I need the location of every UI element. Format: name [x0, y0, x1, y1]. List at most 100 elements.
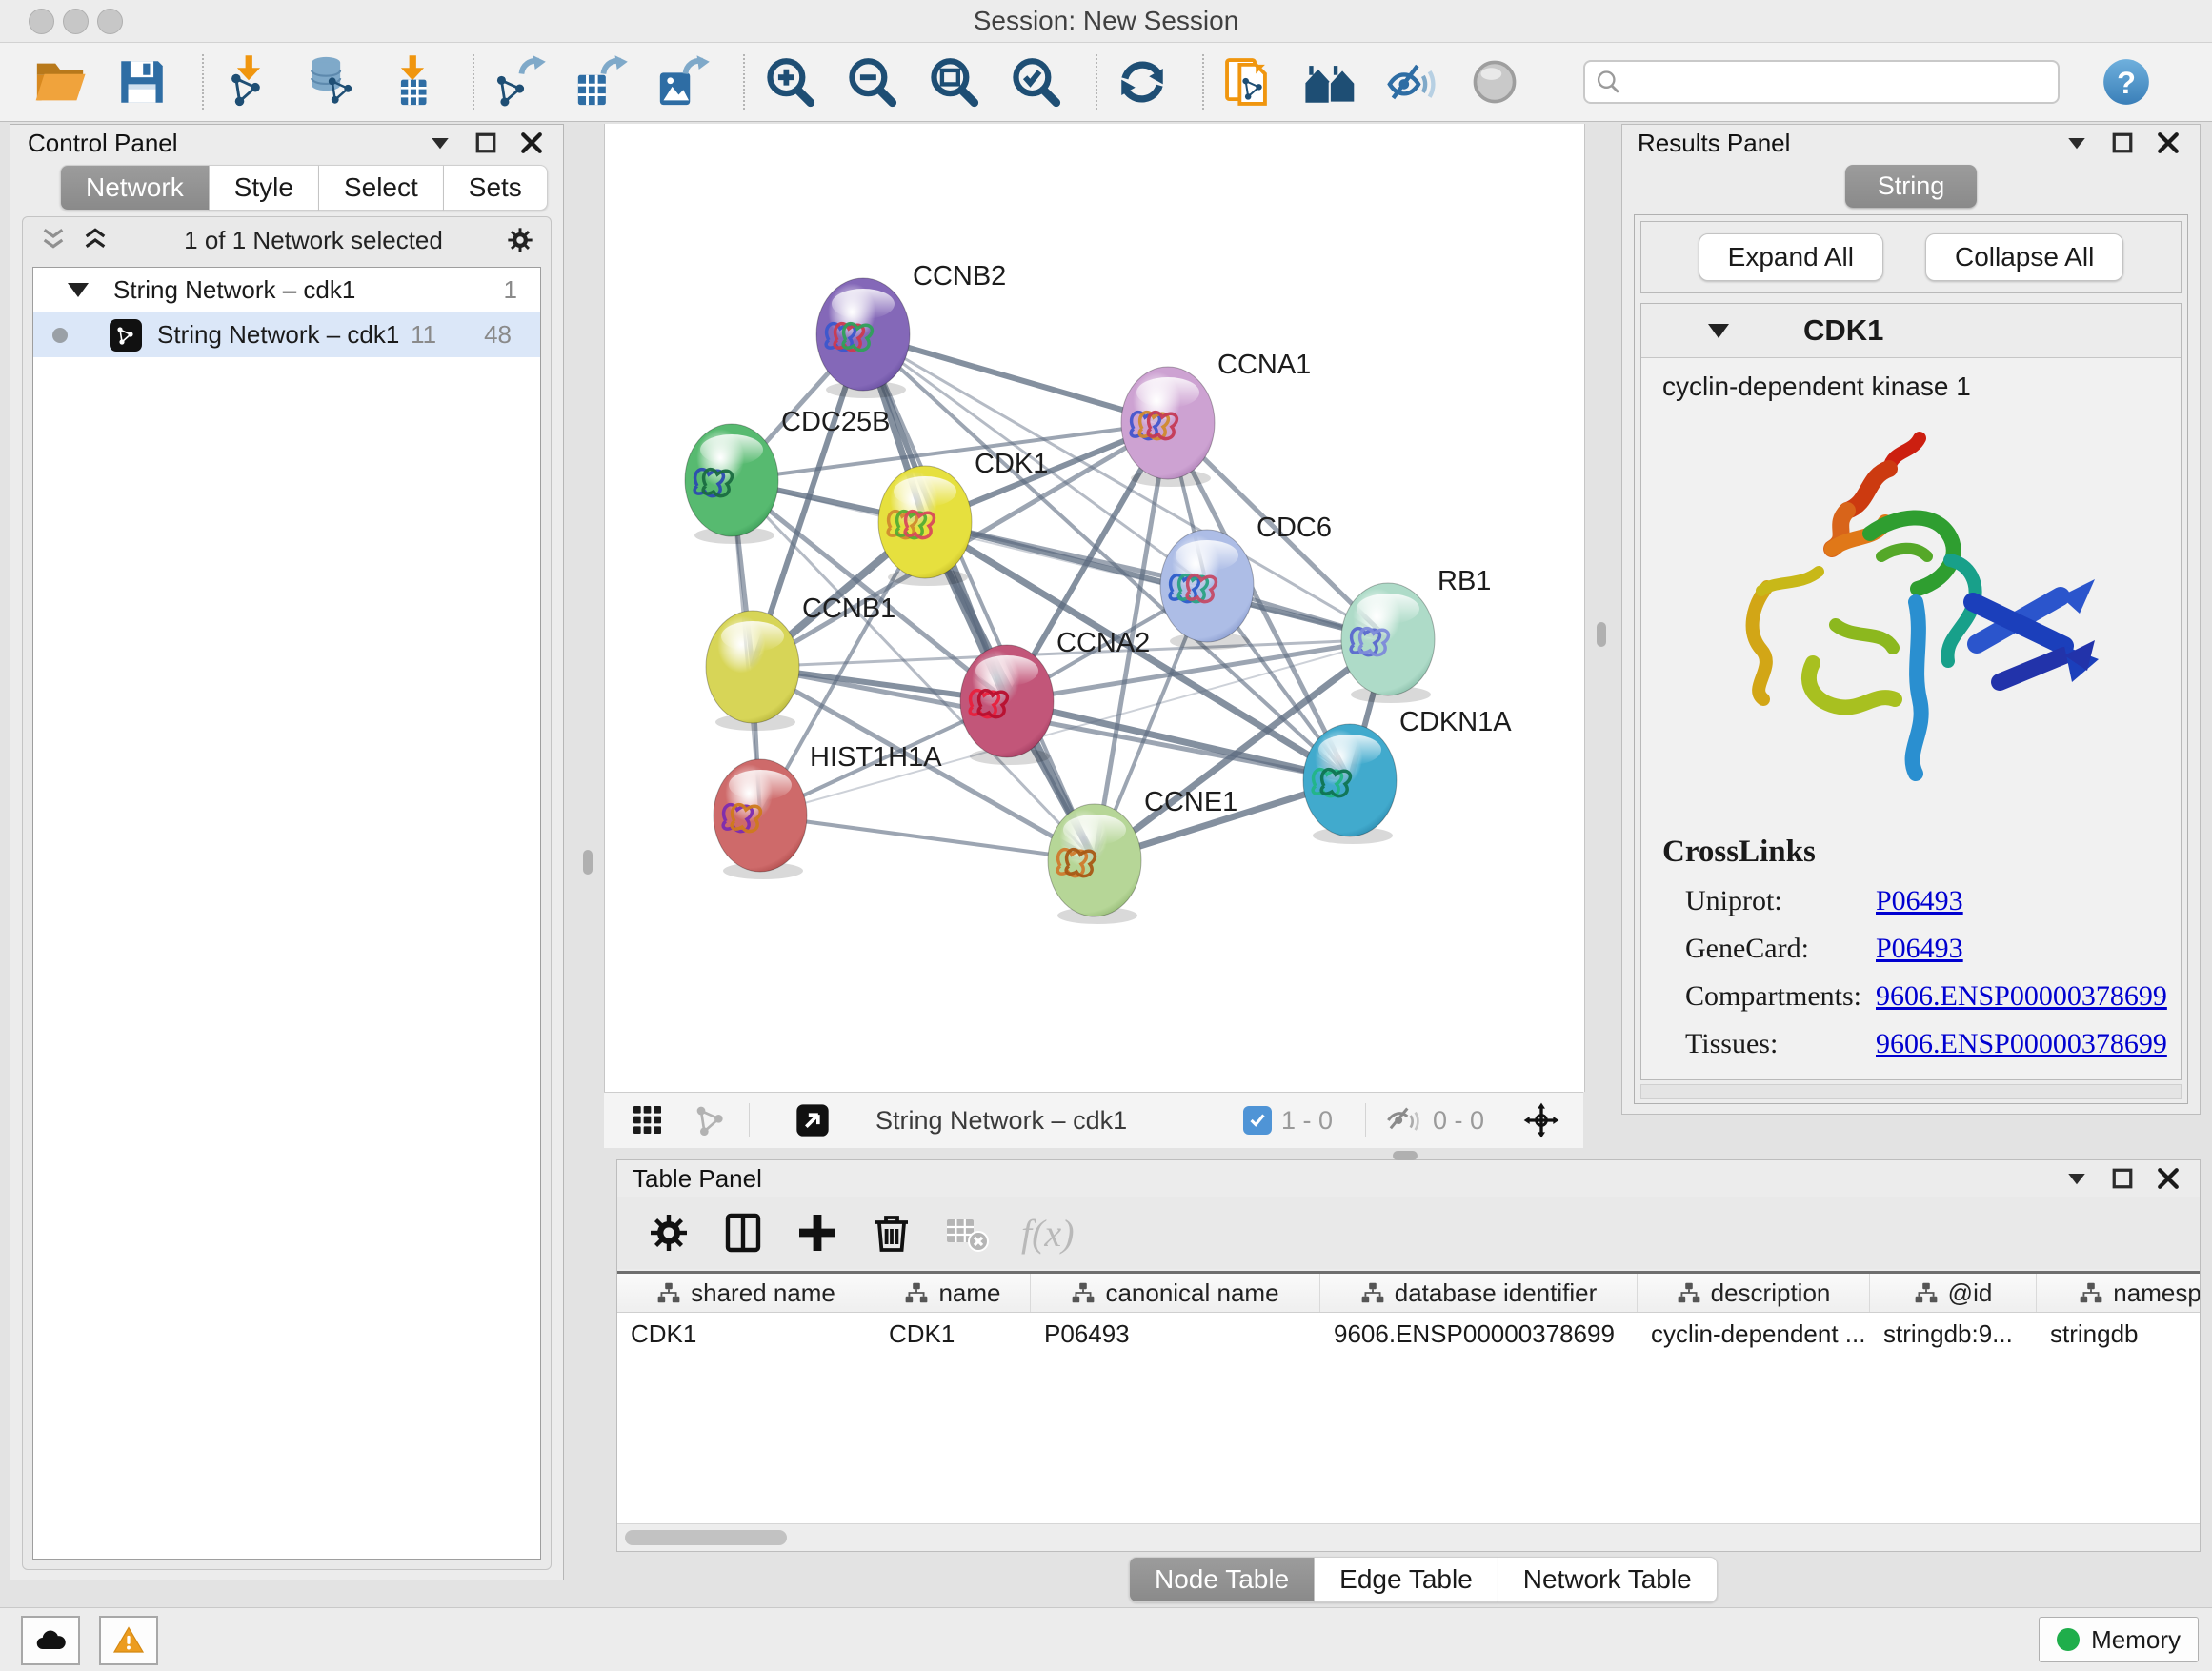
horizontal-splitter-handle[interactable]: [1393, 1151, 1418, 1160]
column-header-shared-name[interactable]: shared name: [617, 1274, 875, 1312]
save-session-button[interactable]: [114, 54, 170, 110]
network-canvas[interactable]: CCNB2CCNA1CDC25BCDK1CDC6RB1CCNB1CCNA2CDK…: [604, 124, 1585, 1092]
edge-HIST1H1A-CCNE1[interactable]: [760, 815, 1095, 860]
tab-network[interactable]: Network: [60, 165, 210, 211]
column-header-namespace[interactable]: namespace: [2037, 1274, 2200, 1312]
table-cell[interactable]: cyclin-dependent ...: [1638, 1319, 1870, 1349]
vertical-splitter-handle[interactable]: [583, 850, 593, 875]
export-table-button[interactable]: [573, 54, 629, 110]
level-of-detail-button[interactable]: [1467, 54, 1522, 110]
network-options-gear-icon[interactable]: [505, 225, 535, 255]
crosslink-link[interactable]: P06493: [1876, 1076, 1963, 1079]
collapse-all-icon[interactable]: [38, 225, 69, 255]
zoom-fit-button[interactable]: [926, 54, 981, 110]
node-CCNA1[interactable]: CCNA1: [1121, 350, 1311, 487]
crosslink-link[interactable]: 9606.ENSP00000378699: [1876, 1028, 2167, 1060]
zoom-selected-button[interactable]: [1008, 54, 1063, 110]
selected-indicator-checkbox[interactable]: [1243, 1106, 1272, 1135]
hidden-items-eye-icon[interactable]: [1385, 1101, 1423, 1139]
node-label-CDC25B: CDC25B: [781, 407, 890, 437]
tab-sets[interactable]: Sets: [444, 165, 548, 211]
crosslink-link[interactable]: P06493: [1876, 885, 1963, 917]
cloud-status-button[interactable]: [21, 1616, 80, 1665]
network-overview-icon[interactable]: [692, 1101, 730, 1139]
table-panel-tabs: Node TableEdge TableNetwork Table: [1129, 1557, 1718, 1602]
tab-select[interactable]: Select: [319, 165, 444, 211]
table-horizontal-scrollbar[interactable]: [617, 1523, 2200, 1551]
import-network-database-button[interactable]: [303, 54, 358, 110]
string-home-button[interactable]: [1303, 54, 1358, 110]
tab-network-table[interactable]: Network Table: [1498, 1557, 1718, 1602]
export-network-button[interactable]: [492, 54, 547, 110]
graphics-details-button[interactable]: [1385, 54, 1440, 110]
collapse-all-button[interactable]: Collapse All: [1925, 233, 2123, 281]
panel-menu-button[interactable]: [2062, 1164, 2091, 1193]
section-expander-icon[interactable]: [1708, 324, 1729, 338]
table-row[interactable]: CDK1CDK1P064939606.ENSP00000378699cyclin…: [617, 1313, 2200, 1355]
node-HIST1H1A[interactable]: HIST1H1A: [714, 742, 942, 879]
grid-view-icon[interactable]: [629, 1101, 667, 1139]
zoom-in-button[interactable]: [762, 54, 817, 110]
crosslink-link[interactable]: 9606.ENSP00000378699: [1876, 980, 2167, 1013]
column-header-database-identifier[interactable]: database identifier: [1320, 1274, 1638, 1312]
collection-expander-icon[interactable]: [68, 283, 89, 297]
import-table-file-button[interactable]: [385, 54, 440, 110]
float-panel-button[interactable]: [2108, 1164, 2137, 1193]
panel-menu-button[interactable]: [2062, 129, 2091, 157]
panel-menu-button[interactable]: [426, 129, 454, 157]
close-panel-button[interactable]: [2154, 129, 2182, 157]
table-cell[interactable]: stringdb: [2037, 1319, 2200, 1349]
edge-CCNB2-CCNE1[interactable]: [863, 334, 1095, 860]
table-cell[interactable]: CDK1: [617, 1319, 875, 1349]
close-panel-button[interactable]: [2154, 1164, 2182, 1193]
node-CDKN1A[interactable]: CDKN1A: [1303, 707, 1512, 844]
table-cell[interactable]: stringdb:9...: [1870, 1319, 2037, 1349]
add-column-icon[interactable]: [794, 1210, 840, 1256]
vertical-splitter-handle[interactable]: [1597, 622, 1606, 647]
gene-section-header[interactable]: CDK1: [1641, 304, 2181, 358]
expand-all-icon[interactable]: [80, 225, 111, 255]
export-image-button[interactable]: [655, 54, 711, 110]
table-cell[interactable]: P06493: [1031, 1319, 1320, 1349]
network-row[interactable]: String Network – cdk1 11 48: [33, 312, 540, 357]
control-panel: Control Panel NetworkStyleSelectSets 1 o…: [10, 124, 564, 1580]
show-columns-icon[interactable]: [720, 1210, 766, 1256]
crosslink-link[interactable]: P06493: [1876, 933, 1963, 965]
warnings-button[interactable]: [99, 1616, 158, 1665]
delete-column-trash-icon[interactable]: [869, 1210, 915, 1256]
refresh-view-button[interactable]: [1115, 54, 1170, 110]
table-cell[interactable]: 9606.ENSP00000378699: [1320, 1319, 1638, 1349]
memory-button[interactable]: Memory: [2039, 1617, 2199, 1662]
network-from-clipboard-button[interactable]: [1221, 54, 1277, 110]
tab-string[interactable]: String: [1845, 165, 1978, 208]
node-label-CDK1: CDK1: [975, 449, 1048, 479]
node-CDC6[interactable]: CDC6: [1160, 513, 1332, 650]
node-RB1[interactable]: RB1: [1341, 566, 1491, 703]
birds-eye-view-icon[interactable]: [794, 1101, 832, 1139]
table-options-gear-icon[interactable]: [646, 1210, 692, 1256]
node-CCNE1[interactable]: CCNE1: [1048, 787, 1237, 924]
scrollbar-thumb[interactable]: [625, 1530, 787, 1545]
column-header-name[interactable]: name: [875, 1274, 1031, 1312]
help-button[interactable]: ?: [2101, 57, 2151, 107]
tab-node-table[interactable]: Node Table: [1129, 1557, 1315, 1602]
tab-edge-table[interactable]: Edge Table: [1315, 1557, 1498, 1602]
fit-content-crosshair-icon[interactable]: [1522, 1101, 1560, 1139]
import-network-file-button[interactable]: [221, 54, 276, 110]
toolbar-separator: [473, 54, 474, 110]
expand-all-button[interactable]: Expand All: [1699, 233, 1883, 281]
string-network-graph[interactable]: CCNB2CCNA1CDC25BCDK1CDC6RB1CCNB1CCNA2CDK…: [605, 124, 1584, 1092]
zoom-out-button[interactable]: [844, 54, 899, 110]
float-panel-button[interactable]: [2108, 129, 2137, 157]
column-header--id[interactable]: @id: [1870, 1274, 2037, 1312]
tab-style[interactable]: Style: [210, 165, 319, 211]
results-scrollbar[interactable]: [1640, 1084, 2182, 1099]
search-input[interactable]: [1583, 60, 2060, 104]
table-cell[interactable]: CDK1: [875, 1319, 1031, 1349]
close-panel-button[interactable]: [517, 129, 546, 157]
column-header-canonical-name[interactable]: canonical name: [1031, 1274, 1320, 1312]
open-session-button[interactable]: [32, 54, 88, 110]
column-header-description[interactable]: description: [1638, 1274, 1870, 1312]
float-panel-button[interactable]: [472, 129, 500, 157]
network-collection-row[interactable]: String Network – cdk1 1: [33, 268, 540, 312]
